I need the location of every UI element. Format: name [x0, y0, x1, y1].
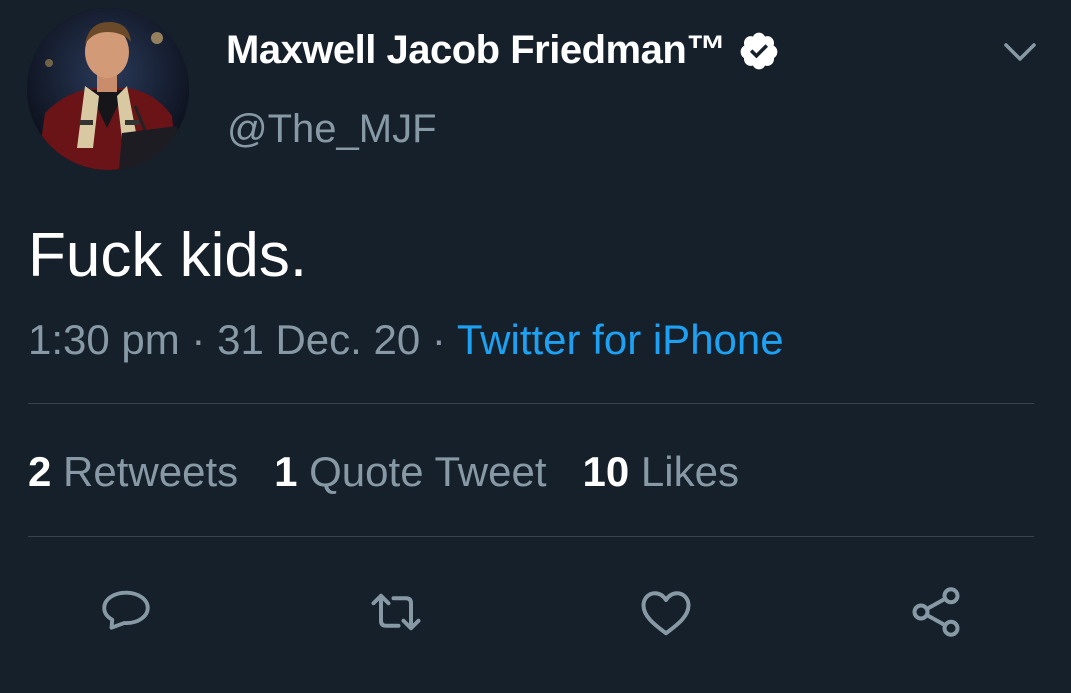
verified-badge-icon — [740, 32, 778, 69]
likes-count: 10 — [582, 448, 630, 495]
share-button[interactable] — [906, 582, 966, 642]
likes-label: Likes — [640, 448, 739, 495]
retweets-label: Retweets — [63, 448, 239, 495]
quote-tweets-stat[interactable]: 1 Quote Tweet — [274, 448, 546, 496]
divider — [28, 536, 1034, 537]
tweet-date[interactable]: 31 Dec. 20 — [217, 316, 420, 363]
reply-button[interactable] — [96, 582, 156, 642]
quote-tweets-count: 1 — [274, 448, 298, 495]
meta-separator: · — [420, 316, 457, 363]
chevron-down-icon[interactable] — [1000, 36, 1040, 68]
tweet-time[interactable]: 1:30 pm — [28, 316, 180, 363]
tweet-meta: 1:30 pm · 31 Dec. 20 · Twitter for iPhon… — [28, 316, 784, 364]
like-icon — [641, 591, 691, 636]
meta-separator: · — [179, 316, 218, 363]
display-name-text: Maxwell Jacob Friedman™ — [226, 28, 726, 72]
user-handle[interactable]: @The_MJF — [227, 107, 437, 152]
quote-tweets-label: Quote Tweet — [309, 448, 547, 495]
avatar[interactable] — [27, 8, 189, 170]
tweet-text: Fuck kids. — [28, 221, 308, 290]
display-name[interactable]: Maxwell Jacob Friedman™ — [226, 28, 780, 73]
reply-icon — [102, 590, 150, 630]
tweet-detail: Maxwell Jacob Friedman™ @The_MJF Fuck ki… — [0, 0, 1071, 693]
retweet-button[interactable] — [366, 582, 426, 642]
retweet-icon — [371, 593, 421, 631]
avatar-photo-icon — [27, 8, 189, 170]
like-button[interactable] — [636, 582, 696, 642]
share-icon — [912, 587, 960, 637]
likes-stat[interactable]: 10 Likes — [583, 448, 739, 496]
tweet-source-link[interactable]: Twitter for iPhone — [457, 316, 784, 363]
retweets-stat[interactable]: 2 Retweets — [28, 448, 238, 496]
divider — [28, 403, 1034, 404]
retweets-count: 2 — [28, 448, 52, 495]
tweet-stats: 2 Retweets 1 Quote Tweet 10 Likes — [28, 448, 775, 496]
